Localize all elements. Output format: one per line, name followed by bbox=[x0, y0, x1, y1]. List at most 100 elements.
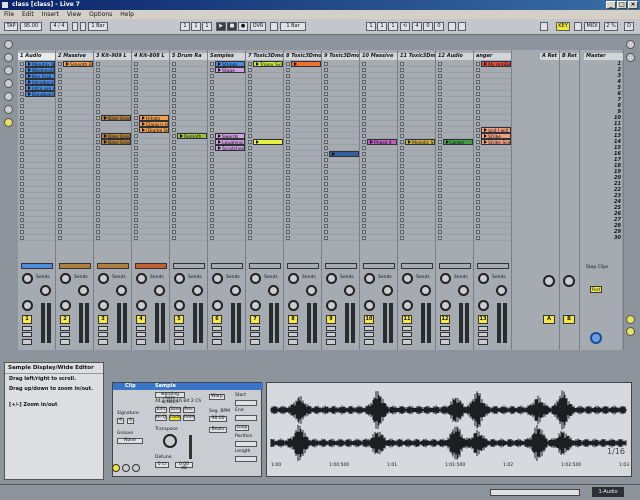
waveform-channel[interactable] bbox=[270, 424, 627, 462]
clip-stop-icon[interactable] bbox=[324, 128, 328, 132]
clip-stop-icon[interactable] bbox=[286, 152, 290, 156]
clip-stop-icon[interactable] bbox=[210, 206, 214, 210]
clip-stop-icon[interactable] bbox=[172, 86, 176, 90]
clip-stop-icon[interactable] bbox=[438, 74, 442, 78]
clip-stop-icon[interactable] bbox=[324, 194, 328, 198]
clip-stop-icon[interactable] bbox=[134, 134, 138, 138]
menu-edit[interactable]: Edit bbox=[22, 10, 34, 19]
clip-slot[interactable] bbox=[361, 235, 397, 241]
arm-button[interactable] bbox=[212, 339, 222, 345]
send-b-knob[interactable] bbox=[306, 285, 317, 296]
clip-play-icon[interactable] bbox=[484, 128, 487, 132]
clip-launch-icon[interactable] bbox=[112, 464, 120, 472]
arm-button[interactable] bbox=[402, 339, 412, 345]
clip-stop-icon[interactable] bbox=[210, 236, 214, 240]
clip-stop-icon[interactable] bbox=[362, 62, 366, 66]
clip-stop-icon[interactable] bbox=[58, 134, 62, 138]
clip-stop-icon[interactable] bbox=[58, 224, 62, 228]
clip-stop-icon[interactable] bbox=[286, 128, 290, 132]
clip-stop-icon[interactable] bbox=[400, 80, 404, 84]
send-a-knob[interactable] bbox=[60, 273, 71, 284]
clip-stop-icon[interactable] bbox=[210, 68, 214, 72]
draw-mode-field[interactable]: 1 Bar bbox=[280, 22, 306, 31]
arm-button[interactable] bbox=[98, 339, 108, 345]
transpose-knob[interactable] bbox=[163, 434, 177, 448]
clip-stop-icon[interactable] bbox=[324, 104, 328, 108]
follow-icon[interactable] bbox=[270, 22, 278, 31]
clip-stop-icon[interactable] bbox=[362, 110, 366, 114]
clip-stop-icon[interactable] bbox=[476, 146, 480, 150]
clip-play-icon[interactable] bbox=[28, 62, 31, 66]
tempo-field[interactable]: 95.00 bbox=[20, 22, 42, 31]
punch-in-icon[interactable] bbox=[448, 22, 456, 31]
clip-stop-icon[interactable] bbox=[172, 74, 176, 78]
clip-play-icon[interactable] bbox=[484, 134, 487, 138]
clip-stop-icon[interactable] bbox=[134, 194, 138, 198]
send-a-knob[interactable] bbox=[288, 273, 299, 284]
device-browser-icon[interactable] bbox=[4, 53, 13, 62]
clip-stop-icon[interactable] bbox=[172, 152, 176, 156]
clip-play-icon[interactable] bbox=[218, 146, 221, 150]
clip-stop-icon[interactable] bbox=[58, 152, 62, 156]
clip-sample-icon[interactable] bbox=[132, 464, 140, 472]
clip-stop-icon[interactable] bbox=[438, 200, 442, 204]
clip-stop-icon[interactable] bbox=[476, 92, 480, 96]
clip-stop-icon[interactable] bbox=[286, 188, 290, 192]
clip-stop-icon[interactable] bbox=[400, 176, 404, 180]
clip-stop-icon[interactable] bbox=[400, 116, 404, 120]
loop-start-sixteenth[interactable]: 1 bbox=[388, 22, 398, 31]
clip-stop-icon[interactable] bbox=[286, 200, 290, 204]
clip-stop-icon[interactable] bbox=[362, 188, 366, 192]
clip-stop-icon[interactable] bbox=[134, 104, 138, 108]
clip-stop-icon[interactable] bbox=[362, 224, 366, 228]
clip-stop-icon[interactable] bbox=[438, 80, 442, 84]
clip-stop-icon[interactable] bbox=[438, 152, 442, 156]
clip-stop-icon[interactable] bbox=[324, 236, 328, 240]
clip-stop-icon[interactable] bbox=[58, 170, 62, 174]
clip-stop-icon[interactable] bbox=[96, 188, 100, 192]
clip-play-icon[interactable] bbox=[142, 128, 145, 132]
clip-slot[interactable] bbox=[437, 235, 473, 241]
clip-stop-icon[interactable] bbox=[324, 146, 328, 150]
clip-stop-icon[interactable] bbox=[58, 194, 62, 198]
clip-stop-icon[interactable] bbox=[210, 104, 214, 108]
clip-stop-icon[interactable] bbox=[58, 212, 62, 216]
clip-play-icon[interactable] bbox=[142, 122, 145, 126]
clip-slot[interactable] bbox=[19, 235, 55, 241]
clip-stop-icon[interactable] bbox=[438, 140, 442, 144]
clip-stop-icon[interactable] bbox=[438, 188, 442, 192]
position-sixteenth[interactable]: 1 bbox=[202, 22, 212, 31]
clip-stop-icon[interactable] bbox=[362, 134, 366, 138]
clip-stop-icon[interactable] bbox=[20, 98, 24, 102]
clip-stop-icon[interactable] bbox=[20, 80, 24, 84]
stop-all-clips-button[interactable]: Stop Clips bbox=[586, 265, 609, 270]
pan-knob[interactable] bbox=[136, 300, 147, 311]
clip-stop-icon[interactable] bbox=[286, 68, 290, 72]
clip-stop-icon[interactable] bbox=[476, 80, 480, 84]
reverse-button[interactable]: Rev. bbox=[183, 407, 195, 413]
clip-stop-icon[interactable] bbox=[324, 92, 328, 96]
clip-stop-icon[interactable] bbox=[248, 224, 252, 228]
clip-slot[interactable] bbox=[323, 235, 359, 241]
clip-stop-icon[interactable] bbox=[134, 200, 138, 204]
clip-stop-icon[interactable] bbox=[20, 206, 24, 210]
clip-stop-icon[interactable] bbox=[172, 116, 176, 120]
clip-stop-icon[interactable] bbox=[248, 86, 252, 90]
clip-stop-icon[interactable] bbox=[362, 194, 366, 198]
clip-stop-icon[interactable] bbox=[20, 140, 24, 144]
stop-button[interactable]: ■ bbox=[227, 22, 237, 31]
send-b-knob[interactable] bbox=[230, 285, 241, 296]
clip-stop-icon[interactable] bbox=[400, 134, 404, 138]
clip-stop-icon[interactable] bbox=[172, 182, 176, 186]
clip-stop-icon[interactable] bbox=[248, 134, 252, 138]
clip-stop-icon[interactable] bbox=[172, 236, 176, 240]
clip-stop-icon[interactable] bbox=[400, 86, 404, 90]
clip-stop-icon[interactable] bbox=[324, 134, 328, 138]
clip-stop-icon[interactable] bbox=[172, 110, 176, 114]
clip-stop-icon[interactable] bbox=[476, 140, 480, 144]
clip-stop-icon[interactable] bbox=[172, 194, 176, 198]
arm-button[interactable] bbox=[288, 339, 298, 345]
clip-stop-icon[interactable] bbox=[248, 74, 252, 78]
clip-stop-icon[interactable] bbox=[362, 158, 366, 162]
clip-stop-icon[interactable] bbox=[286, 146, 290, 150]
